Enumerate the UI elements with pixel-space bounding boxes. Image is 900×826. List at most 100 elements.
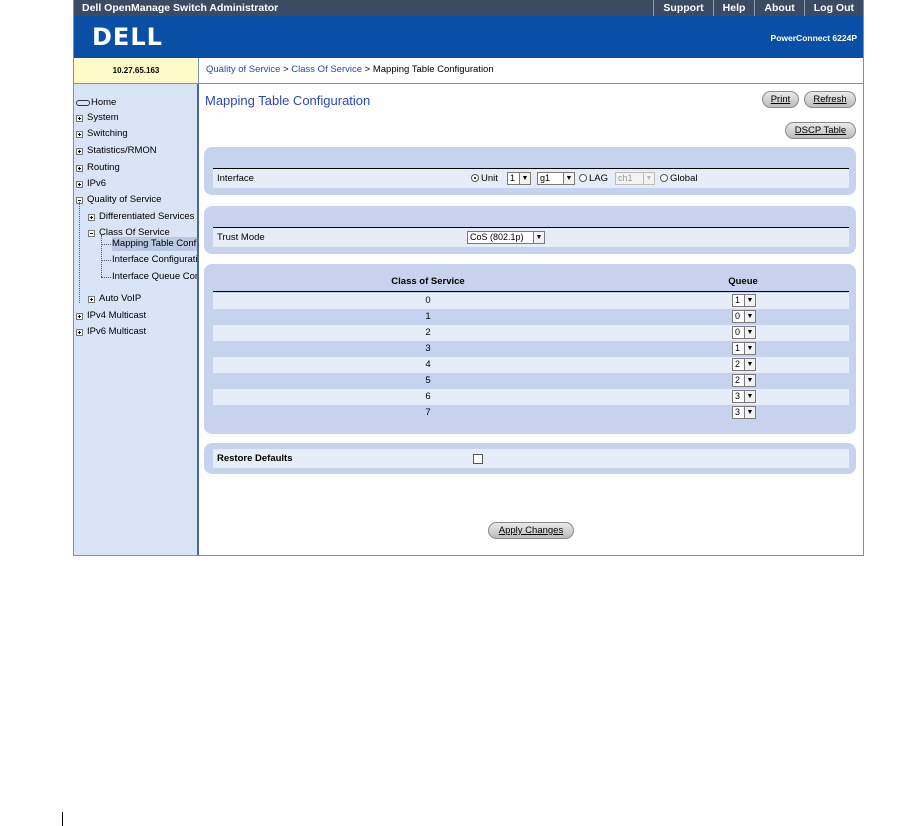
- tree-item-diffserv[interactable]: Differentiated Services: [88, 210, 194, 224]
- queue-select[interactable]: 1 ▼: [732, 294, 756, 307]
- chevron-down-icon: ▼: [744, 311, 755, 322]
- lag-select-value: ch1: [618, 173, 633, 183]
- port-select-value: g1: [540, 173, 551, 183]
- table-row: 6 3 ▼: [213, 389, 849, 405]
- queue-select[interactable]: 2 ▼: [732, 358, 756, 371]
- restore-defaults-checkbox[interactable]: [473, 454, 483, 464]
- interface-label: Interface: [217, 173, 254, 184]
- chevron-down-icon: ▼: [643, 173, 654, 184]
- tree-item-switching[interactable]: Switching: [76, 127, 128, 141]
- dell-logo: DELL: [92, 23, 163, 51]
- interface-row: Interface Unit 1 ▼ g1 ▼ LAG ch1 ▼ Global: [213, 168, 849, 188]
- print-button[interactable]: Print: [762, 91, 799, 108]
- breadcrumb-current: Mapping Table Configuration: [372, 64, 494, 75]
- tree-item-statistics[interactable]: Statistics/RMON: [76, 144, 157, 158]
- cos-value: 6: [425, 391, 431, 402]
- logout-link[interactable]: Log Out: [803, 0, 863, 16]
- model-name: PowerConnect 6224P: [770, 33, 857, 43]
- dscp-table-button[interactable]: DSCP Table: [785, 122, 856, 139]
- queue-select[interactable]: 1 ▼: [732, 342, 756, 355]
- restore-defaults-row: Restore Defaults: [213, 449, 849, 468]
- chevron-down-icon: ▼: [744, 407, 755, 418]
- expand-icon[interactable]: [76, 114, 83, 122]
- queue-select[interactable]: 3 ▼: [732, 406, 756, 419]
- tree-item-label: Home: [91, 97, 117, 108]
- expand-icon[interactable]: [88, 213, 95, 221]
- title-bar: Dell OpenManage Switch Administrator Sup…: [74, 0, 863, 16]
- column-header-queue: Queue: [728, 276, 758, 287]
- tree-item-label: Auto VoIP: [99, 293, 142, 304]
- table-row: 2 0 ▼: [213, 325, 849, 341]
- trust-mode-label: Trust Mode: [217, 232, 265, 243]
- table-row: 3 1 ▼: [213, 341, 849, 357]
- nav-tree: Home System Switching Statistics/RMON Ro…: [74, 84, 199, 555]
- breadcrumb: Quality of Service > Class Of Service > …: [199, 58, 863, 84]
- chevron-down-icon: ▼: [533, 232, 544, 243]
- tree-item-qos[interactable]: Quality of Service: [76, 193, 161, 207]
- tree-item-interface-config[interactable]: Interface Configuration: [112, 253, 197, 267]
- queue-value: 2: [735, 375, 741, 385]
- port-select[interactable]: g1 ▼: [537, 172, 575, 185]
- main-content: Mapping Table Configuration Print Refres…: [201, 84, 863, 555]
- tree-item-home[interactable]: Home: [76, 96, 116, 110]
- chevron-down-icon: ▼: [563, 173, 574, 184]
- breadcrumb-separator: >: [280, 64, 292, 75]
- tree-item-routing[interactable]: Routing: [76, 161, 120, 175]
- tree-item-label: Switching: [87, 128, 128, 139]
- unit-radio-group: Unit: [471, 169, 498, 188]
- unit-radio[interactable]: [471, 174, 479, 182]
- breadcrumb-cos-link[interactable]: Class Of Service: [291, 64, 362, 75]
- queue-select[interactable]: 0 ▼: [732, 326, 756, 339]
- trust-mode-select[interactable]: CoS (802.1p) ▼: [467, 231, 545, 244]
- expand-icon[interactable]: [76, 180, 83, 188]
- interface-panel: Interface Unit 1 ▼ g1 ▼ LAG ch1 ▼ Global: [204, 147, 856, 195]
- ip-address: 10.27.65.163: [74, 58, 199, 84]
- lag-label: LAG: [589, 173, 609, 184]
- chevron-down-icon: ▼: [744, 375, 755, 386]
- global-radio[interactable]: [660, 174, 668, 182]
- lag-radio[interactable]: [579, 174, 587, 182]
- table-row: 4 2 ▼: [213, 357, 849, 373]
- tree-item-autovoip[interactable]: Auto VoIP: [88, 292, 141, 306]
- restore-defaults-label: Restore Defaults: [217, 453, 293, 464]
- unit-select[interactable]: 1 ▼: [507, 172, 531, 185]
- queue-value: 0: [735, 327, 741, 337]
- expand-icon[interactable]: [76, 130, 83, 138]
- apply-changes-button[interactable]: Apply Changes: [488, 522, 574, 539]
- tree-item-label: Mapping Table Configuration: [112, 238, 199, 249]
- collapse-icon[interactable]: [88, 229, 95, 237]
- tree-item-system[interactable]: System: [76, 111, 119, 125]
- tree-item-interface-queue[interactable]: Interface Queue Configuration: [112, 270, 197, 284]
- queue-select[interactable]: 2 ▼: [732, 374, 756, 387]
- table-header: Class of Service Queue: [213, 274, 849, 292]
- queue-select[interactable]: 0 ▼: [732, 310, 756, 323]
- support-link[interactable]: Support: [653, 0, 712, 16]
- lag-radio-group: LAG: [579, 169, 608, 188]
- tree-item-ipv4-multicast[interactable]: IPv4 Multicast: [76, 309, 146, 323]
- tree-item-ipv6[interactable]: IPv6: [76, 177, 106, 191]
- cos-value: 5: [425, 375, 431, 386]
- tree-item-label: System: [87, 112, 119, 123]
- help-link[interactable]: Help: [712, 0, 755, 16]
- expand-icon[interactable]: [88, 295, 95, 303]
- expand-icon[interactable]: [76, 164, 83, 172]
- tree-connector: [101, 244, 111, 245]
- tree-item-ipv6-multicast[interactable]: IPv6 Multicast: [76, 325, 146, 339]
- breadcrumb-qos-link[interactable]: Quality of Service: [206, 64, 280, 75]
- queue-value: 1: [735, 343, 741, 353]
- table-row: 5 2 ▼: [213, 373, 849, 389]
- breadcrumb-separator: >: [362, 64, 373, 75]
- queue-value: 0: [735, 311, 741, 321]
- expand-icon[interactable]: [76, 147, 83, 155]
- expand-icon[interactable]: [76, 328, 83, 336]
- about-link[interactable]: About: [754, 0, 803, 16]
- tree-item-label: Routing: [87, 162, 120, 173]
- trust-mode-panel: Trust Mode CoS (802.1p) ▼: [204, 206, 856, 254]
- queue-value: 1: [735, 295, 741, 305]
- expand-icon[interactable]: [76, 312, 83, 320]
- tree-item-mapping-table[interactable]: Mapping Table Configuration: [112, 237, 199, 251]
- refresh-button[interactable]: Refresh: [804, 91, 856, 108]
- queue-select[interactable]: 3 ▼: [732, 390, 756, 403]
- cos-value: 7: [425, 407, 431, 418]
- trust-mode-row: Trust Mode CoS (802.1p) ▼: [213, 227, 849, 247]
